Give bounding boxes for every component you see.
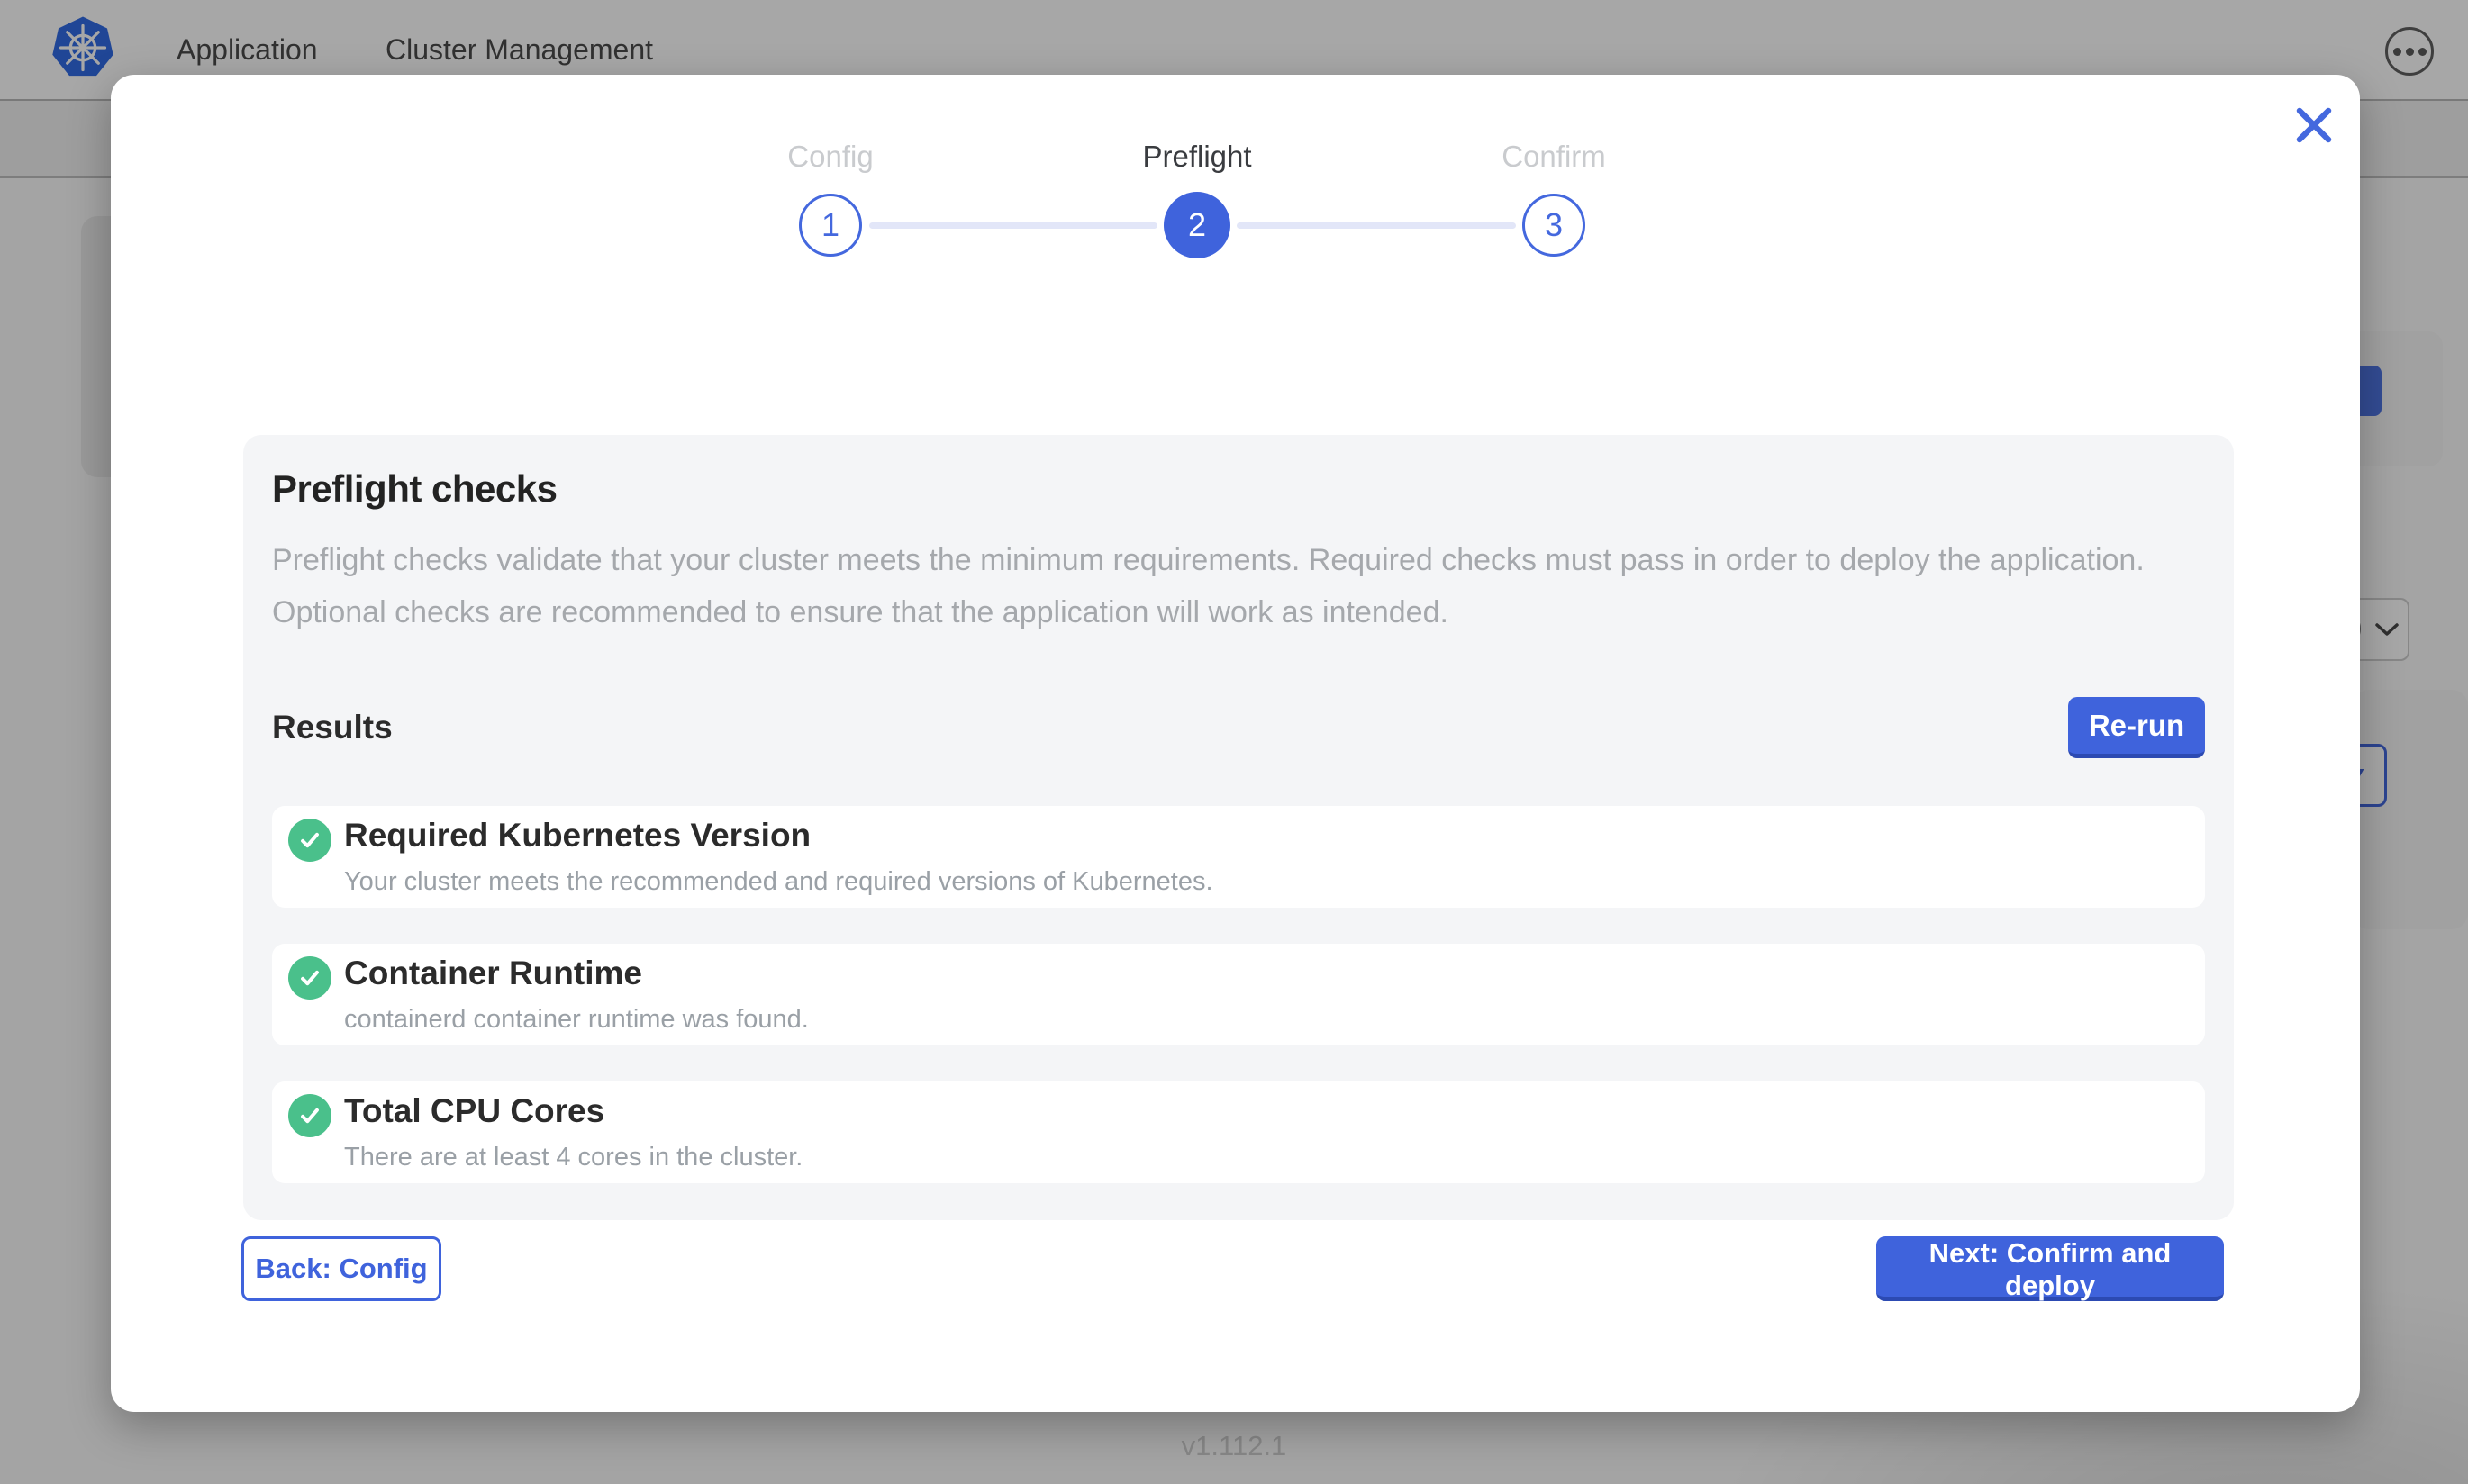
next-confirm-deploy-button[interactable]: Next: Confirm and deploy — [1876, 1236, 2224, 1301]
check-row-kubernetes-version: Required Kubernetes Version Your cluster… — [272, 806, 2205, 908]
preflight-card: Preflight checks Preflight checks valida… — [243, 435, 2234, 1220]
check-pass-icon — [288, 819, 331, 862]
check-title: Required Kubernetes Version — [344, 817, 811, 855]
check-row-total-cpu-cores: Total CPU Cores There are at least 4 cor… — [272, 1081, 2205, 1183]
check-pass-icon — [288, 956, 331, 1000]
check-description: There are at least 4 cores in the cluste… — [344, 1143, 803, 1172]
check-description: Your cluster meets the recommended and r… — [344, 867, 1213, 897]
results-header-row: Results Re-run — [272, 696, 2205, 759]
check-pass-icon — [288, 1094, 331, 1137]
step-circle-3[interactable]: 3 — [1522, 194, 1585, 257]
step-circle-1[interactable]: 1 — [799, 194, 862, 257]
preflight-modal: Config Preflight Confirm 1 2 3 Preflight… — [111, 75, 2360, 1412]
step-connector — [869, 222, 1157, 229]
check-row-container-runtime: Container Runtime containerd container r… — [272, 944, 2205, 1045]
screen: Application Cluster Management 0 y v1.11… — [0, 0, 2468, 1484]
step-label-confirm: Confirm — [1428, 140, 1680, 174]
step-label-preflight: Preflight — [1071, 140, 1323, 174]
check-description: containerd container runtime was found. — [344, 1005, 809, 1035]
check-title: Total CPU Cores — [344, 1092, 604, 1130]
check-results-list: Required Kubernetes Version Your cluster… — [272, 806, 2205, 1183]
close-icon[interactable] — [2291, 102, 2337, 149]
modal-description: Preflight checks validate that your clus… — [272, 534, 2200, 638]
rerun-button[interactable]: Re-run — [2068, 697, 2205, 758]
check-title: Container Runtime — [344, 955, 642, 992]
step-label-config: Config — [704, 140, 957, 174]
modal-title: Preflight checks — [272, 467, 2205, 511]
back-config-button[interactable]: Back: Config — [241, 1236, 441, 1301]
step-circle-2[interactable]: 2 — [1164, 192, 1230, 258]
results-heading: Results — [272, 709, 393, 747]
step-connector — [1237, 222, 1516, 229]
